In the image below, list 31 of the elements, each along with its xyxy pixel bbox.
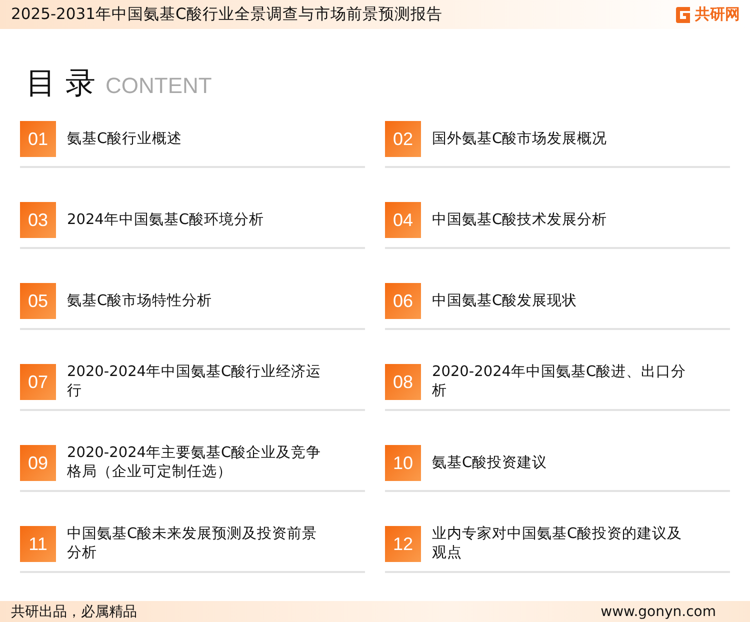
logo-text: 共研网 bbox=[695, 5, 740, 24]
chapter-title: 2020-2024年主要氨基C酸企业及竞争格局（企业可定制任选） bbox=[67, 444, 322, 482]
chapter-number: 02 bbox=[385, 121, 421, 158]
chapter-number: 12 bbox=[385, 526, 421, 562]
footer-slogan: 共研出品，必属精品 bbox=[11, 602, 137, 621]
chapter-number: 11 bbox=[20, 526, 56, 562]
page-heading: 目 录 bbox=[26, 65, 96, 104]
chapter-title: 中国氨基C酸发展现状 bbox=[432, 292, 578, 311]
chapter-title: 氨基C酸投资建议 bbox=[432, 454, 548, 473]
chapter-number: 01 bbox=[20, 121, 56, 158]
chapter-number: 06 bbox=[385, 283, 421, 320]
chapter-number: 09 bbox=[20, 445, 56, 482]
chapter-number: 05 bbox=[20, 283, 56, 320]
chapter-title: 2020-2024年中国氨基C酸行业经济运行 bbox=[67, 363, 322, 402]
logo-icon bbox=[674, 6, 692, 24]
chapter-title: 中国氨基C酸技术发展分析 bbox=[432, 210, 608, 230]
chapter-number: 04 bbox=[385, 202, 421, 238]
chapter-number: 07 bbox=[20, 364, 56, 400]
page-subheading: CONTENT bbox=[106, 73, 212, 100]
chapter-number: 08 bbox=[385, 364, 421, 400]
chapter-title: 氨基C酸行业概述 bbox=[67, 130, 184, 149]
chapter-title: 2024年中国氨基C酸环境分析 bbox=[67, 210, 266, 230]
chapter-title: 中国氨基C酸未来发展预测及投资前景分析 bbox=[67, 525, 318, 564]
chapter-number: 10 bbox=[385, 445, 421, 482]
chapter-number: 03 bbox=[20, 202, 56, 238]
report-title: 2025-2031年中国氨基C酸行业全景调查与市场前景预测报告 bbox=[11, 4, 442, 26]
chapter-title: 2020-2024年中国氨基C酸进、出口分析 bbox=[432, 363, 688, 402]
chapter-title: 氨基C酸市场特性分析 bbox=[67, 292, 214, 311]
chapter-title: 业内专家对中国氨基C酸投资的建议及观点 bbox=[432, 525, 684, 564]
chapter-title: 国外氨基C酸市场发展概况 bbox=[432, 130, 608, 149]
website-url: www.gonyn.com bbox=[600, 604, 716, 620]
